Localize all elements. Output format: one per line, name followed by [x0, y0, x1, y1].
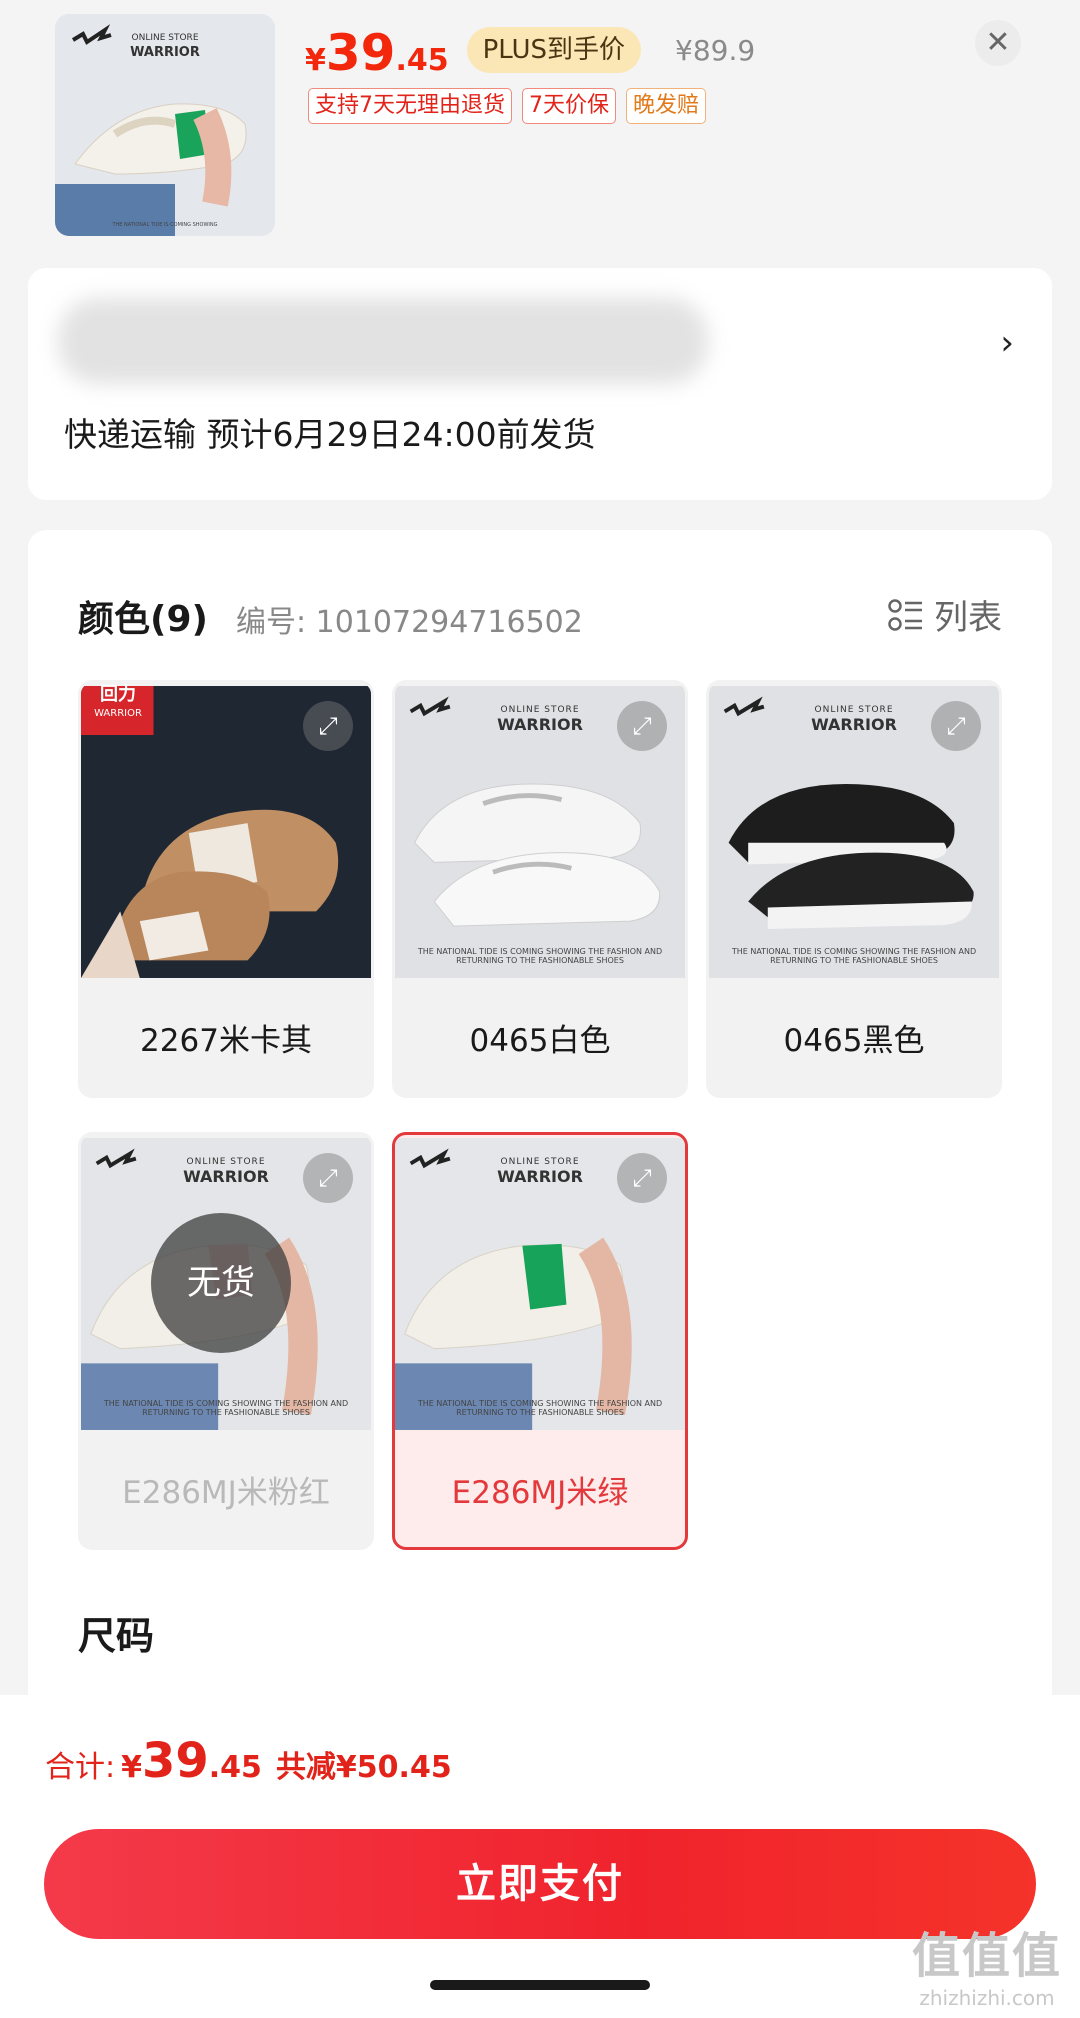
color-option-e286mj-green[interactable]: ONLINE STORE WARRIOR THE NATIONAL TIDE IS…: [392, 1132, 688, 1550]
option-label: 0465白色: [469, 1023, 611, 1059]
close-icon: ✕: [985, 25, 1011, 60]
current-price: ¥ 39 .45: [305, 24, 449, 82]
delivery-estimate: 快递运输 预计6月29日24:00前发货: [64, 415, 596, 454]
option-label: 2267米卡其: [140, 1023, 312, 1059]
close-button[interactable]: ✕: [975, 20, 1021, 66]
list-icon: [888, 598, 922, 631]
expand-icon[interactable]: ⤢: [303, 1153, 353, 1203]
option-label: E286MJ米粉红: [122, 1475, 330, 1511]
expand-icon[interactable]: ⤢: [617, 701, 667, 751]
address-card[interactable]: › 快递运输 预计6月29日24:00前发货: [28, 268, 1052, 500]
option-label: E286MJ米绿: [451, 1475, 629, 1511]
option-label: 0465黑色: [783, 1023, 925, 1059]
svg-text:WARRIOR: WARRIOR: [130, 45, 200, 60]
image-caption: THE NATIONAL TIDE IS COMING SHOWING THE …: [731, 947, 977, 965]
product-thumbnail[interactable]: ONLINE STORE WARRIOR THE NATIONAL TIDE I…: [55, 14, 275, 236]
product-header: ONLINE STORE WARRIOR THE NATIONAL TIDE I…: [0, 0, 1080, 260]
tag-price-protect: 7天价保: [522, 88, 616, 124]
total-amount: 合计: ¥ 39 .45 共减¥50.45: [45, 1733, 452, 1789]
svg-text:THE NATIONAL TIDE IS COMING SH: THE NATIONAL TIDE IS COMING SHOWING: [111, 222, 217, 228]
color-section-title: 颜色(9): [78, 599, 208, 640]
shoe-image: ONLINE STORE WARRIOR THE NATIONAL TIDE I…: [55, 14, 275, 236]
home-indicator[interactable]: [430, 1980, 650, 1990]
image-caption: THE NATIONAL TIDE IS COMING SHOWING THE …: [417, 947, 663, 965]
address-blurred: [58, 298, 708, 384]
expand-icon[interactable]: ⤢: [617, 1153, 667, 1203]
color-option-2267[interactable]: 回力 WARRIOR ⤢ 2267米卡其: [78, 680, 374, 1098]
spec-card: 颜色(9) 编号: 10107294716502 列表 回力 WARRIOR ⤢…: [28, 530, 1052, 1710]
plus-price-badge: PLUS到手价: [466, 27, 642, 73]
expand-icon[interactable]: ⤢: [931, 701, 981, 751]
list-label: 列表: [934, 598, 1002, 638]
brand-logo: 回力 WARRIOR: [94, 684, 142, 719]
original-price: ¥89.9: [675, 33, 756, 67]
sku-number: 编号: 10107294716502: [236, 605, 583, 640]
image-caption: THE NATIONAL TIDE IS COMING SHOWING THE …: [103, 1399, 349, 1417]
expand-icon[interactable]: ⤢: [303, 701, 353, 751]
service-tags: 支持7天无理由退货 7天价保 晚发赔: [308, 88, 707, 124]
watermark: 值值值 zhizhizhi.com: [911, 1928, 1062, 2010]
out-of-stock-badge: 无货: [151, 1213, 291, 1353]
size-section-title: 尺码: [78, 1614, 155, 1658]
price-row: ¥ 39 .45 PLUS到手价 ¥89.9: [305, 20, 755, 80]
tag-return: 支持7天无理由退货: [308, 88, 512, 124]
checkout-footer: 合计: ¥ 39 .45 共减¥50.45 立即支付 值值值 zhizhizhi…: [0, 1695, 1080, 2018]
total-saving: 共减¥50.45: [275, 1750, 452, 1785]
color-option-0465-white[interactable]: ONLINE STORE WARRIOR THE NATIONAL TIDE IS…: [392, 680, 688, 1098]
chevron-right-icon: ›: [1000, 323, 1014, 363]
image-caption: THE NATIONAL TIDE IS COMING SHOWING THE …: [417, 1399, 663, 1417]
svg-text:ONLINE STORE: ONLINE STORE: [132, 33, 199, 43]
color-option-e286mj-pink[interactable]: ONLINE STORE WARRIOR THE NATIONAL TIDE IS…: [78, 1132, 374, 1550]
pay-now-button[interactable]: 立即支付: [44, 1829, 1036, 1939]
tag-late-compensate: 晚发赔: [626, 88, 707, 124]
color-option-0465-black[interactable]: ONLINE STORE WARRIOR THE NATIONAL TIDE IS…: [706, 680, 1002, 1098]
list-view-toggle[interactable]: 列表: [888, 590, 1002, 639]
